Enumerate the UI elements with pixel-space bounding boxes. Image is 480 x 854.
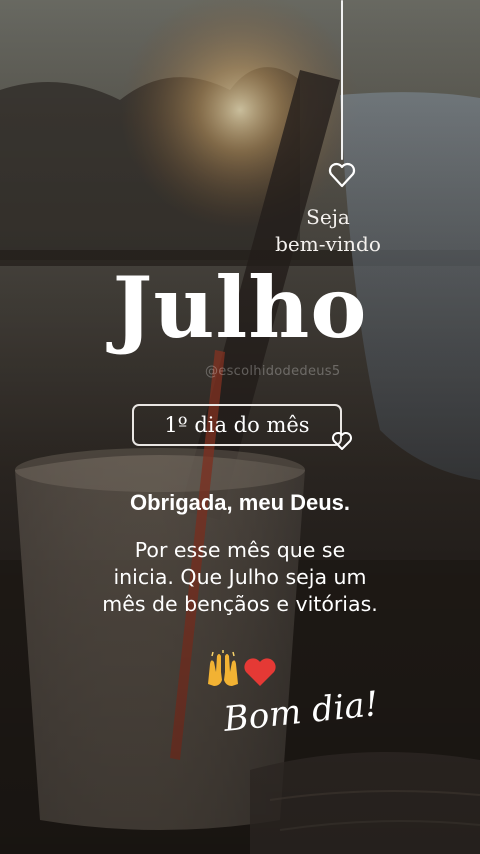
thanks-heading: Obrigada, meu Deus. [129, 490, 351, 515]
heart-outline-icon [328, 162, 356, 188]
small-heart-icon [332, 432, 352, 450]
first-day-badge: 1º dia do mês [132, 404, 342, 446]
message-line-2: inicia. Que Julho seja um [113, 565, 367, 589]
watermark: @escolhidodedeus5 [205, 364, 341, 379]
praise-hands-icon [208, 650, 238, 686]
first-day-label: 1º dia do mês [164, 413, 310, 437]
welcome-text: Seja bem-vindo [248, 204, 408, 258]
month-title: Julho [112, 258, 368, 357]
message-line-1: Por esse mês que se [134, 538, 346, 562]
message-line-3: mês de bençãos e vitórias. [102, 592, 378, 616]
red-heart-icon [244, 658, 276, 686]
welcome-line-2: bem-vindo [275, 232, 381, 256]
welcome-line-1: Seja [306, 205, 350, 229]
emoji-row [208, 650, 276, 686]
hanging-line [341, 0, 343, 160]
message-text: Por esse mês que se inicia. Que Julho se… [40, 537, 440, 618]
